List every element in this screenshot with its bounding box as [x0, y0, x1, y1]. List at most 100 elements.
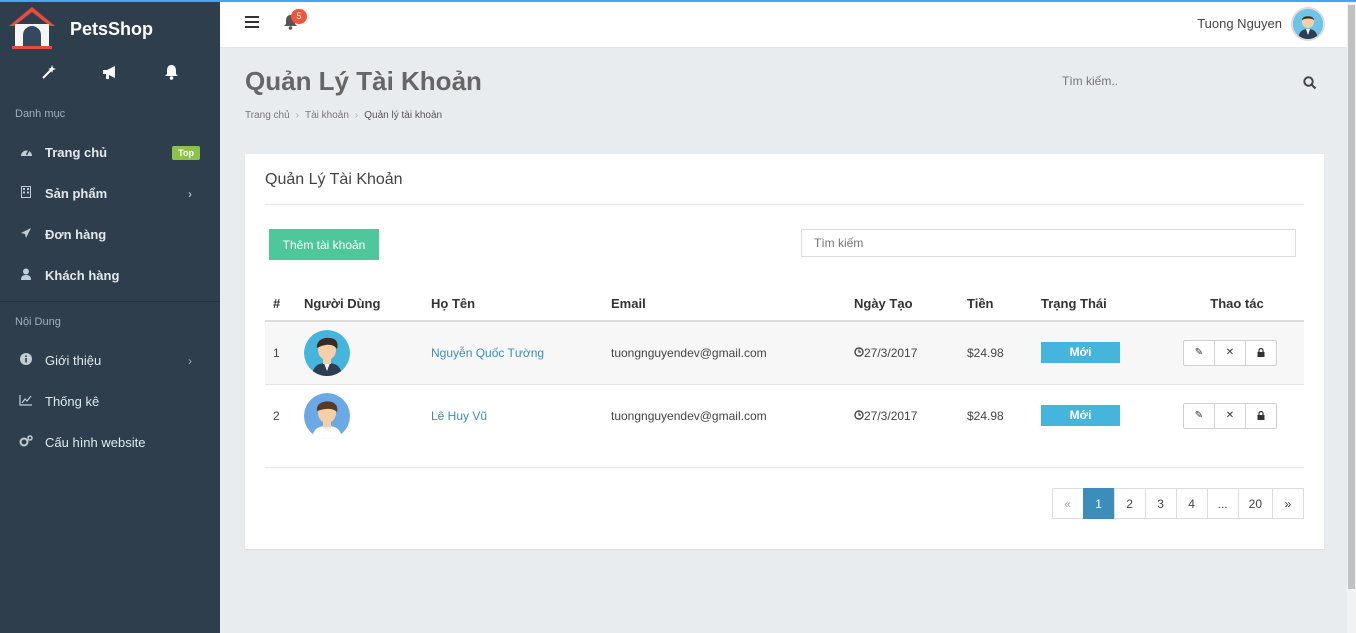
- row-fullname-cell: Lê Huy Vũ: [423, 383, 603, 447]
- row-action-group: ✎ ✕: [1183, 339, 1304, 366]
- paper-plane-icon: [19, 227, 33, 242]
- bell-icon[interactable]: [164, 64, 179, 84]
- building-icon: [19, 186, 33, 201]
- pagination-prev[interactable]: «: [1051, 488, 1084, 519]
- add-account-button[interactable]: Thêm tài khoản: [269, 229, 379, 260]
- sidebar-item-khach-hang[interactable]: Khách hàng: [0, 255, 220, 296]
- status-badge: Mới: [1041, 405, 1120, 427]
- breadcrumb-accounts[interactable]: Tài khoản: [305, 110, 349, 121]
- sidebar-item-label: Sản phẩm: [45, 186, 108, 201]
- user-name[interactable]: Tuong Nguyen: [1197, 16, 1282, 31]
- row-money: $24.98: [959, 383, 1033, 447]
- top-badge: Top: [172, 146, 200, 160]
- sidebar-item-don-hang[interactable]: Đơn hàng: [0, 214, 220, 255]
- row-status-cell: Mới: [1033, 320, 1170, 384]
- section-title-danh-muc: Danh mục: [15, 108, 66, 120]
- pagination-page-2[interactable]: 2: [1113, 488, 1146, 519]
- page-scrollbar[interactable]: [1347, 2, 1356, 633]
- row-email: tuongnguyendev@gmail.com: [603, 320, 846, 384]
- lock-icon[interactable]: [1245, 339, 1277, 366]
- top-header: 5 Tuong Nguyen: [220, 2, 1347, 48]
- row-fullname-cell: Nguyễn Quốc Tường: [423, 320, 603, 384]
- card-title: Quản Lý Tài Khoản: [265, 171, 403, 188]
- sidebar-item-label: Khách hàng: [45, 268, 120, 283]
- lock-icon[interactable]: [1245, 402, 1277, 429]
- row-action-group: ✎ ✕: [1183, 402, 1304, 429]
- breadcrumb: Trang chủ › Tài khoản › Quản lý tài khoả…: [245, 110, 442, 121]
- gears-icon: [19, 435, 33, 450]
- edit-pencil-icon[interactable]: ✎: [1183, 339, 1215, 366]
- edit-pencil-icon[interactable]: ✎: [1183, 402, 1215, 429]
- row-actions-cell: ✎ ✕: [1170, 383, 1304, 447]
- row-avatar-cell: [296, 320, 423, 384]
- card-divider: [265, 204, 1304, 205]
- search-icon[interactable]: [1303, 76, 1317, 90]
- menu-toggle-icon[interactable]: [245, 16, 259, 31]
- pagination-page-3[interactable]: 3: [1144, 488, 1177, 519]
- house-logo-icon: [9, 7, 55, 49]
- row-date-cell: 27/3/2017: [846, 320, 959, 384]
- magic-wand-icon[interactable]: [41, 64, 57, 84]
- scrollbar-thumb[interactable]: [1348, 5, 1355, 589]
- sidebar-item-trang-chu[interactable]: Trang chủ Top: [0, 132, 220, 173]
- pagination-page-20[interactable]: 20: [1237, 488, 1273, 519]
- breadcrumb-home[interactable]: Trang chủ: [245, 110, 290, 121]
- clock-icon: [854, 347, 864, 357]
- brand[interactable]: PetsShop: [0, 0, 220, 54]
- page-title: Quản Lý Tài Khoản: [245, 66, 482, 96]
- column-header: Người Dùng: [296, 286, 423, 322]
- chevron-right-icon: ›: [188, 353, 192, 368]
- breadcrumb-current: Quản lý tài khoản: [364, 110, 443, 121]
- megaphone-icon[interactable]: [102, 64, 119, 84]
- notification-count-badge: 5: [291, 9, 307, 24]
- clock-icon: [854, 410, 864, 420]
- section-title-noi-dung: Nội Dung: [15, 316, 61, 328]
- user-name-link[interactable]: Nguyễn Quốc Tường: [431, 346, 544, 360]
- sidebar-item-thong-ke[interactable]: Thống kê: [0, 381, 220, 422]
- line-chart-icon: [19, 394, 33, 409]
- top-accent-line: [0, 0, 1356, 2]
- pagination-next[interactable]: »: [1272, 488, 1304, 519]
- sidebar-item-label: Giới thiệu: [45, 353, 102, 368]
- user-icon: [19, 268, 33, 283]
- dashboard-icon: [19, 146, 33, 160]
- sidebar-item-san-pham[interactable]: Sản phẩm ›: [0, 173, 220, 214]
- table-row: 1 Nguyễn Quốc Tường tuongnguyendev@gmail…: [265, 320, 1304, 384]
- pagination: « 1 2 3 4 ... 20 »: [1051, 488, 1304, 519]
- sidebar-item-label: Trang chủ: [45, 145, 108, 160]
- row-date-cell: 27/3/2017: [846, 383, 959, 447]
- user-avatar-image[interactable]: [304, 329, 350, 376]
- sidebar-item-label: Thống kê: [45, 394, 100, 409]
- delete-x-icon[interactable]: ✕: [1214, 402, 1246, 429]
- top-search: [1055, 70, 1325, 96]
- user-name-link[interactable]: Lê Huy Vũ: [431, 409, 487, 423]
- sidebar-item-gioi-thieu[interactable]: Giới thiệu ›: [0, 340, 220, 381]
- info-icon: [19, 353, 33, 368]
- user-avatar-image[interactable]: [304, 392, 350, 439]
- table-search-input[interactable]: [801, 229, 1296, 257]
- delete-x-icon[interactable]: ✕: [1214, 339, 1246, 366]
- avatar-illustration-icon: [1293, 9, 1323, 39]
- top-search-input[interactable]: [1055, 70, 1295, 92]
- column-header: Email: [603, 286, 846, 322]
- breadcrumb-separator-icon: ›: [354, 110, 359, 121]
- status-badge: Mới: [1041, 342, 1120, 364]
- chevron-right-icon: ›: [188, 186, 192, 201]
- column-header: Tiền: [959, 286, 1033, 322]
- row-date: 27/3/2017: [864, 345, 918, 360]
- sidebar-item-label: Đơn hàng: [45, 227, 107, 242]
- pagination-page-1[interactable]: 1: [1082, 488, 1115, 519]
- row-status-cell: Mới: [1033, 383, 1170, 447]
- accounts-table: # Người Dùng Họ Tên Email Ngày Tạo Tiền …: [265, 286, 1304, 447]
- sidebar-item-cau-hinh-website[interactable]: Cấu hình website: [0, 422, 220, 463]
- user-avatar[interactable]: [1291, 7, 1325, 41]
- row-date: 27/3/2017: [864, 408, 918, 423]
- table-footer-divider: [265, 467, 1304, 468]
- column-header: Ngày Tạo: [846, 286, 959, 322]
- row-avatar-cell: [296, 383, 423, 447]
- sidebar: PetsShop Danh mục Trang chủ Top Sản phẩm…: [0, 0, 220, 633]
- row-money: $24.98: [959, 320, 1033, 384]
- breadcrumb-separator-icon: ›: [295, 110, 299, 121]
- row-number: 2: [265, 383, 296, 447]
- pagination-page-4[interactable]: 4: [1175, 488, 1208, 519]
